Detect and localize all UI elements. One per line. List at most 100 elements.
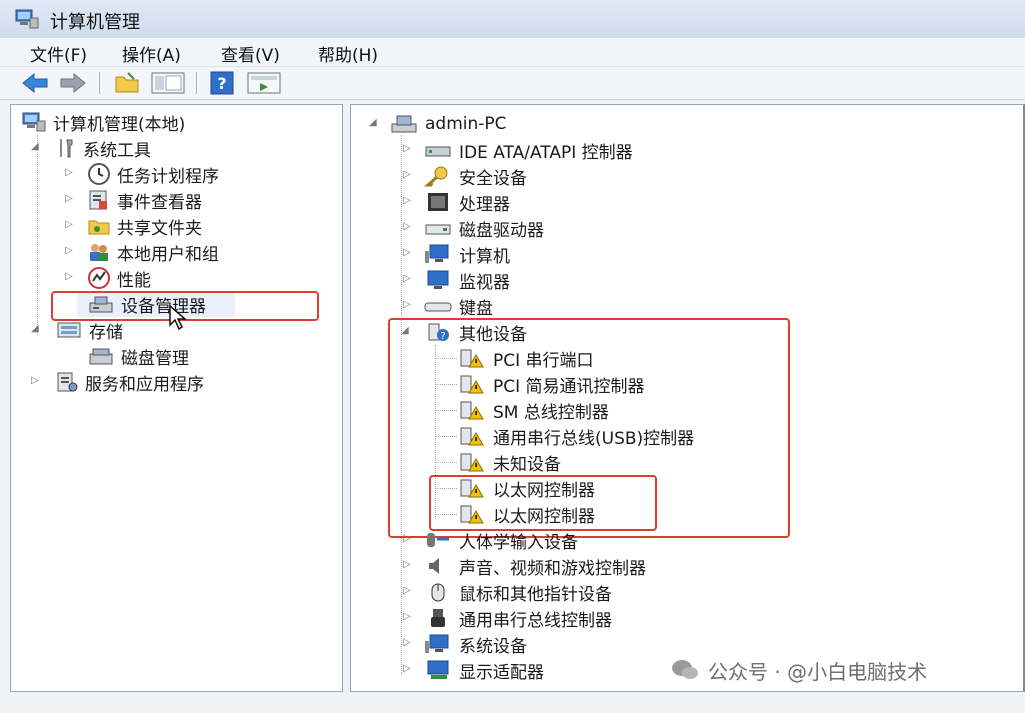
tree-item-disk-management[interactable]: 磁盘管理 [87, 343, 189, 369]
menu-bar: 文件(F) 操作(A) 查看(V) 帮助(H) [0, 38, 1025, 67]
menu-file[interactable]: 文件(F) [30, 41, 87, 66]
expand-arrow-icon[interactable]: ▷ [403, 221, 411, 232]
toolbar-separator [196, 72, 197, 94]
tree-item-sound-video[interactable]: 声音、视频和游戏控制器 [423, 553, 646, 579]
tree-line [37, 135, 38, 335]
tree-label: 声音、视频和游戏控制器 [459, 558, 646, 579]
menu-view[interactable]: 查看(V) [221, 41, 280, 66]
tree-item-event-viewer[interactable]: 事件查看器 [87, 187, 202, 213]
tree-label: 计算机 [459, 246, 510, 267]
tree-item-local-users-groups[interactable]: 本地用户和组 [87, 239, 219, 265]
users-icon [87, 240, 111, 264]
title-bar: 计算机管理 [0, 0, 1025, 38]
tree-item-mice[interactable]: 鼠标和其他指针设备 [423, 579, 612, 605]
expand-arrow-icon[interactable]: ▷ [403, 143, 411, 154]
tree-item-usb-controllers[interactable]: 通用串行总线控制器 [423, 605, 612, 631]
disk-management-icon [87, 345, 115, 367]
tree-label: IDE ATA/ATAPI 控制器 [459, 142, 633, 163]
usb-icon [423, 607, 453, 629]
expand-arrow-icon[interactable]: ▷ [65, 245, 73, 256]
tree-item-processors[interactable]: 处理器 [423, 189, 510, 215]
expand-arrow-icon[interactable]: ▷ [403, 585, 411, 596]
tree-label: 磁盘驱动器 [459, 220, 544, 241]
expand-arrow-icon[interactable]: ▷ [65, 219, 73, 230]
keyboard-icon [423, 295, 453, 317]
collapse-arrow-icon[interactable]: ◢ [31, 141, 39, 152]
back-icon[interactable] [20, 71, 50, 95]
expand-arrow-icon[interactable]: ▷ [31, 375, 39, 386]
tree-item-security-devices[interactable]: 安全设备 [423, 163, 527, 189]
disk-drive-icon [423, 217, 453, 239]
menu-action[interactable]: 操作(A) [122, 41, 181, 66]
mouse-icon [423, 581, 453, 603]
tree-label: 通用串行总线控制器 [459, 610, 612, 631]
tree-item-monitors[interactable]: 监视器 [423, 267, 510, 293]
expand-arrow-icon[interactable]: ▷ [65, 271, 73, 282]
expand-arrow-icon[interactable]: ▷ [65, 167, 73, 178]
expand-arrow-icon[interactable]: ▷ [403, 299, 411, 310]
tree-item-hid[interactable]: 人体学输入设备 [423, 527, 578, 553]
tree-label: 存储 [89, 322, 123, 343]
tree-item-display-adapters[interactable]: 显示适配器 [423, 657, 544, 683]
tree-item-task-scheduler[interactable]: 任务计划程序 [87, 161, 219, 187]
tree-item-ide-controller[interactable]: IDE ATA/ATAPI 控制器 [423, 137, 633, 163]
expand-arrow-icon[interactable]: ▷ [403, 273, 411, 284]
tree-label: 鼠标和其他指针设备 [459, 584, 612, 605]
expand-arrow-icon[interactable]: ▷ [403, 611, 411, 622]
tree-item-services-applications[interactable]: 服务和应用程序 [55, 369, 204, 395]
expand-arrow-icon[interactable]: ▷ [65, 193, 73, 204]
tree-item-storage[interactable]: 存储 [55, 317, 123, 343]
event-log-icon [87, 188, 111, 212]
console-tree-icon[interactable] [150, 71, 186, 95]
tree-item-performance[interactable]: 性能 [87, 265, 151, 291]
watermark: 公众号 · @小白电脑技术 [670, 650, 927, 690]
tree-label: 显示适配器 [459, 662, 544, 683]
performance-icon [87, 266, 111, 290]
computer-icon [389, 113, 419, 135]
window-title: 计算机管理 [50, 12, 140, 33]
device-tree-pane: ◢ admin-PC ▷ IDE ATA/ATAPI 控制器 ▷ 安全设备 ▷ … [350, 104, 1025, 692]
storage-icon [55, 319, 83, 341]
expand-arrow-icon[interactable]: ▷ [403, 533, 411, 544]
expand-arrow-icon[interactable]: ▷ [403, 637, 411, 648]
tree-item-keyboards[interactable]: 键盘 [423, 293, 493, 319]
highlight-box-ethernet [429, 475, 657, 531]
ide-controller-icon [423, 139, 453, 161]
menu-help[interactable]: 帮助(H) [318, 41, 378, 66]
tree-label: 计算机管理(本地) [53, 114, 186, 135]
tree-label: 键盘 [459, 298, 493, 319]
tree-item-system-devices[interactable]: 系统设备 [423, 631, 527, 657]
collapse-arrow-icon[interactable]: ◢ [31, 323, 39, 334]
system-device-icon [423, 633, 453, 655]
expand-arrow-icon[interactable]: ▷ [403, 169, 411, 180]
properties-icon[interactable] [246, 71, 282, 95]
content-area: 计算机管理(本地) ◢ 系统工具 ▷ 任务计划程序 ▷ 事件查看器 ▷ 共享文件… [0, 100, 1025, 713]
tree-label: 系统设备 [459, 636, 527, 657]
tree-item-computer[interactable]: 计算机 [423, 241, 510, 267]
tree-label: 任务计划程序 [117, 166, 219, 187]
hid-icon [423, 529, 453, 551]
tree-label: 人体学输入设备 [459, 532, 578, 553]
expand-arrow-icon[interactable]: ▷ [403, 195, 411, 206]
forward-icon[interactable] [58, 71, 88, 95]
tree-item-system-tools[interactable]: 系统工具 [55, 135, 151, 161]
tree-item-computer-management[interactable]: 计算机管理(本地) [21, 109, 185, 135]
tree-item-admin-pc[interactable]: admin-PC [389, 111, 507, 137]
tree-label: 事件查看器 [117, 192, 202, 213]
expand-arrow-icon[interactable]: ▷ [403, 663, 411, 674]
tree-item-disk-drives[interactable]: 磁盘驱动器 [423, 215, 544, 241]
processor-icon [423, 191, 453, 213]
tree-label: 系统工具 [83, 140, 151, 161]
clock-icon [87, 162, 111, 186]
expand-arrow-icon[interactable]: ▷ [403, 247, 411, 258]
shared-folder-icon [87, 214, 111, 238]
tree-label: 磁盘管理 [121, 348, 189, 369]
toolbar-separator [99, 72, 100, 94]
tree-item-shared-folders[interactable]: 共享文件夹 [87, 213, 202, 239]
collapse-arrow-icon[interactable]: ◢ [369, 117, 377, 128]
help-icon[interactable]: ? [210, 71, 234, 95]
folder-icon[interactable] [114, 71, 142, 95]
services-icon [55, 370, 79, 394]
speaker-icon [423, 555, 453, 577]
expand-arrow-icon[interactable]: ▷ [403, 559, 411, 570]
